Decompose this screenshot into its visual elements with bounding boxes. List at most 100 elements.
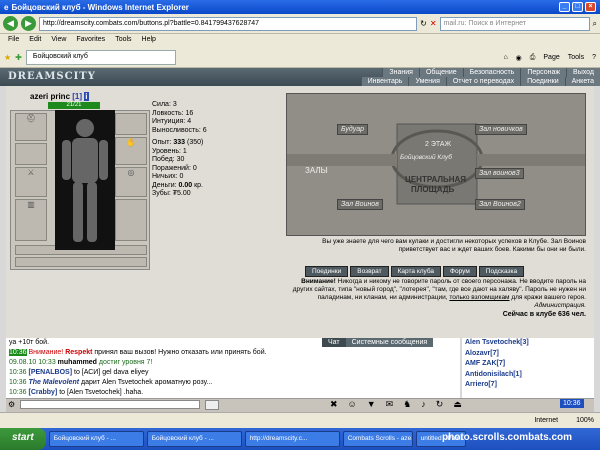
menu-view[interactable]: View [51, 36, 66, 46]
welcome-text: Вы уже знаете для чего вам кулаки и дост… [322, 238, 586, 253]
chat-user-link[interactable]: The Malevolent [28, 379, 79, 386]
task-combats-scrolls[interactable]: Combats Scrolls - aze... [342, 431, 413, 447]
nav-knowledge[interactable]: Знания [382, 68, 419, 77]
tab-system-messages[interactable]: Системные сообщения [345, 338, 434, 347]
nav-skills[interactable]: Умения [408, 77, 446, 86]
info-icon[interactable]: i [84, 92, 89, 101]
close-button[interactable]: × [585, 2, 596, 12]
club-map: Будуар Зал новичков Зал Воинов Зал Воино… [286, 93, 586, 236]
ring-slots[interactable] [15, 257, 147, 267]
page-menu[interactable]: Page [543, 54, 559, 62]
smiles-icon[interactable]: ☺ [348, 399, 357, 410]
clear-chat-icon[interactable]: ✖ [330, 399, 338, 410]
nav-profile[interactable]: Анкета [564, 77, 600, 86]
bracer-slot[interactable] [115, 113, 147, 135]
club-label: Бойцовский Клуб [400, 154, 452, 161]
task-ie-3[interactable]: http://dreamscity.c... [244, 431, 340, 447]
refresh-icon[interactable]: ↻ [420, 19, 427, 28]
maximize-button[interactable]: □ [572, 2, 583, 12]
filter-icon[interactable]: ▼ [367, 399, 376, 410]
tab-chat[interactable]: Чат [322, 338, 346, 347]
add-favorites-icon[interactable]: ✚ [15, 53, 22, 62]
list-item[interactable]: Alen Tsvetochek[3] [465, 338, 591, 349]
list-item[interactable]: Antidonisilach[1] [465, 370, 591, 381]
nav-communication[interactable]: Общение [418, 68, 463, 77]
menu-file[interactable]: File [8, 36, 19, 46]
door-warriors-hall[interactable]: Зал Воинов [337, 199, 383, 210]
back-button[interactable]: ◀ [3, 16, 18, 31]
nav-battles[interactable]: Поединки [520, 77, 565, 86]
earrings-slot[interactable] [15, 143, 47, 165]
chat-user-link[interactable]: muhammed [58, 359, 97, 366]
forum-button[interactable]: Форум [443, 266, 477, 277]
exit-chat-icon[interactable]: ⏏ [453, 399, 462, 410]
url-field[interactable]: http://dreamscity.combats.com/buttons.pl… [39, 16, 418, 31]
stat-strength: Сила: 3 [152, 101, 177, 108]
tab-bar: ★ ✚ Бойцовский клуб ⌂ ◉ ⎙ Page Tools ? [0, 48, 600, 68]
character-name[interactable]: azeri princ [1] i [30, 92, 89, 101]
game-header: DREAMSCITY Знания Общение Безопасность П… [0, 68, 600, 86]
list-item[interactable]: Alozavr[7] [465, 349, 591, 360]
task-ie-2[interactable]: Бойцовский клуб - ... [146, 431, 242, 447]
address-bar: ◀ ▶ http://dreamscity.combats.com/button… [0, 14, 600, 34]
zone-label: ЗАЛЫ [305, 166, 328, 175]
print-icon[interactable]: ⎙ [530, 54, 536, 62]
nav-character[interactable]: Персонаж [520, 68, 567, 77]
hint-button[interactable]: Подсказка [478, 266, 525, 277]
sound-icon[interactable]: ♪ [421, 399, 426, 410]
armor-slot[interactable]: ▥ [15, 199, 47, 241]
battles-button[interactable]: Поединки [305, 266, 349, 277]
task-ie-1[interactable]: Бойцовский клуб - ... [48, 431, 144, 447]
chat-user-link[interactable]: [Crabby] [28, 389, 57, 396]
refresh-chat-icon[interactable]: ↻ [436, 399, 444, 410]
status-bar: Internet 100% [0, 412, 600, 428]
menu-help[interactable]: Help [142, 36, 156, 46]
list-item[interactable]: AMF ZAK[7] [465, 359, 591, 370]
chat-input[interactable] [20, 400, 200, 409]
gloves-slot[interactable]: ✋ [115, 137, 147, 165]
menu-edit[interactable]: Edit [29, 36, 41, 46]
nav-transfer-report[interactable]: Отчет о переводах [445, 77, 521, 86]
nav-exit[interactable]: Выход [566, 68, 600, 77]
list-item[interactable]: Arriero[7] [465, 380, 591, 391]
start-button[interactable]: start [0, 428, 46, 450]
helmet-slot[interactable]: ⛑ [15, 113, 47, 141]
fighter-icon[interactable]: ♞ [403, 399, 411, 410]
shield-slot[interactable]: ◎ [115, 167, 147, 197]
feeds-icon[interactable]: ◉ [516, 54, 522, 62]
search-icon[interactable]: ⌕ [593, 19, 597, 29]
stat-losses: Поражений: 0 [152, 164, 197, 172]
weapon-slot[interactable]: ⚔ [15, 167, 47, 197]
door-novice-hall[interactable]: Зал новичков [475, 124, 527, 135]
stop-icon[interactable]: ✕ [430, 19, 437, 28]
door-boudoir[interactable]: Будуар [337, 124, 368, 135]
thieves-link[interactable]: только взломщикам [449, 294, 509, 301]
search-input[interactable]: mail.ru: Поиск в Интернет [439, 16, 590, 31]
browser-tab[interactable]: Бойцовский клуб [25, 50, 176, 65]
minimize-button[interactable]: _ [559, 2, 570, 12]
private-icon[interactable]: ✉ [386, 399, 394, 410]
pants-slot[interactable] [115, 199, 147, 241]
stat-exp: Опыт: 333 (350) [152, 139, 204, 146]
send-button[interactable] [205, 400, 219, 410]
zoom-level[interactable]: 100% [576, 417, 594, 424]
nav-security[interactable]: Безопасность [462, 68, 521, 77]
stat-agility: Ловкость: 16 [152, 109, 194, 117]
chat-user-link[interactable]: Respekt [65, 349, 92, 356]
forward-button[interactable]: ▶ [21, 16, 36, 31]
chat-user-link[interactable]: [PENALBOS] [28, 369, 72, 376]
chat-settings-icon[interactable]: ⚙ [8, 400, 15, 409]
return-button[interactable]: Возврат [350, 266, 389, 277]
door-warriors-hall-3[interactable]: Зал воинов3 [475, 168, 524, 179]
home-icon[interactable]: ⌂ [503, 54, 507, 62]
nav-inventory[interactable]: Инвентарь [360, 77, 409, 86]
tools-menu[interactable]: Tools [568, 54, 584, 62]
menu-tools[interactable]: Tools [115, 36, 131, 46]
help-icon[interactable]: ? [592, 54, 596, 62]
door-warriors-hall-2[interactable]: Зал Воинов2 [475, 199, 525, 210]
menu-favorites[interactable]: Favorites [76, 36, 105, 46]
favorites-star-icon[interactable]: ★ [4, 53, 11, 62]
stat-level: Уровень: 1 [152, 147, 187, 155]
online-count: Сейчас в клубе 636 чел. [502, 311, 586, 318]
club-map-button[interactable]: Карта клуба [390, 266, 442, 277]
